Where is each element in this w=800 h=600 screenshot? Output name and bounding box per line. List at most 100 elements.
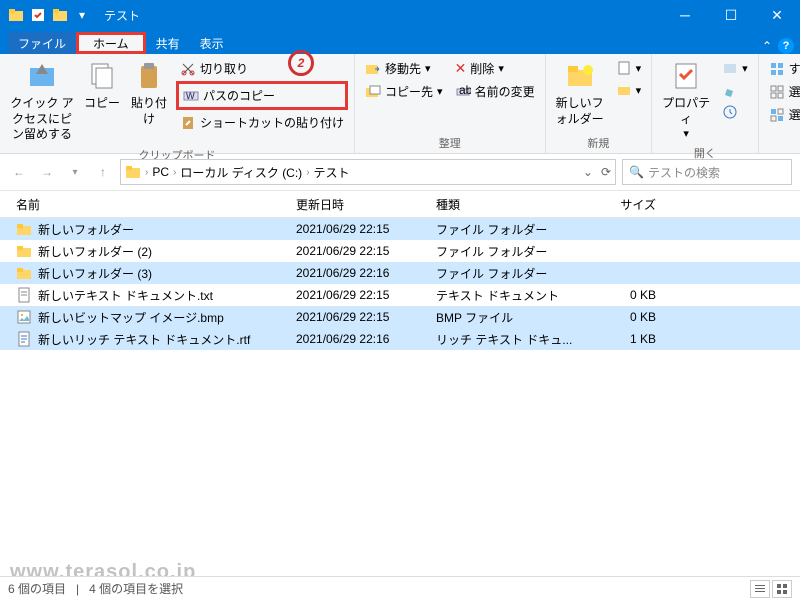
group-new-label: 新規	[552, 133, 646, 151]
ribbon-collapse[interactable]: ⌃?	[762, 38, 794, 54]
up-button[interactable]: ↑	[92, 161, 114, 183]
file-date: 2021/06/29 22:15	[296, 244, 436, 258]
invert-selection-button[interactable]: 選択の切り替え	[765, 104, 800, 125]
window-title: テスト	[98, 0, 662, 30]
new-folder-button[interactable]: 新しいフォルダー	[552, 58, 608, 129]
history-button[interactable]	[718, 102, 752, 122]
svg-text:w: w	[185, 88, 195, 102]
paste-shortcut-label: ショートカットの貼り付け	[200, 114, 344, 131]
search-placeholder: テストの検索	[648, 164, 720, 181]
help-icon[interactable]: ?	[778, 38, 794, 54]
chevron-right-icon[interactable]: ›	[173, 167, 176, 178]
delete-button[interactable]: ✕削除 ▾	[451, 58, 539, 79]
copy-path-button[interactable]: w パスのコピー	[176, 81, 348, 110]
details-view-button[interactable]	[750, 580, 770, 598]
paste-button[interactable]: 貼り付け	[126, 58, 172, 129]
invert-label: 選択の切り替え	[789, 106, 800, 123]
file-row[interactable]: 新しいフォルダー2021/06/29 22:15ファイル フォルダー	[0, 218, 800, 240]
copyto-button[interactable]: コピー先 ▾	[361, 81, 447, 102]
file-type: ファイル フォルダー	[436, 265, 576, 282]
file-date: 2021/06/29 22:15	[296, 310, 436, 324]
copy-button[interactable]: コピー	[82, 58, 122, 114]
col-size[interactable]: サイズ	[576, 196, 656, 213]
col-date[interactable]: 更新日時	[296, 196, 436, 213]
icons-view-button[interactable]	[772, 580, 792, 598]
forward-button[interactable]: →	[36, 161, 58, 183]
tab-share[interactable]: 共有	[146, 32, 190, 54]
maximize-button[interactable]: ☐	[708, 0, 754, 30]
pin-label: クイック アクセスにピン留めする	[8, 96, 76, 143]
address-box[interactable]: › PC › ローカル ディスク (C:) › テスト ⌄ ⟳	[120, 159, 616, 185]
delete-label: 削除	[470, 60, 494, 77]
folder-icon-2[interactable]	[52, 7, 68, 23]
titlebar: ▾ テスト ─ ☐ ✕	[0, 0, 800, 30]
folder-icon	[16, 221, 32, 237]
ribbon-tabs: ファイル ホーム 共有 表示 ⌃?	[0, 30, 800, 54]
chevron-up-icon: ⌃	[762, 39, 772, 53]
rename-button[interactable]: ab名前の変更	[451, 81, 539, 102]
copypath-label: パスのコピー	[203, 87, 275, 104]
paste-shortcut-button[interactable]: ショートカットの貼り付け	[176, 112, 348, 133]
ribbon-group-organize: 移動先 ▾ コピー先 ▾ ✕削除 ▾ ab名前の変更 整理	[355, 54, 546, 153]
status-total: 6 個の項目	[8, 580, 66, 597]
recent-button[interactable]: ▾	[64, 161, 86, 183]
rtf-icon	[16, 331, 32, 347]
refresh-icon[interactable]: ⟳	[601, 165, 611, 179]
breadcrumb-pc[interactable]: PC	[152, 165, 169, 179]
quick-access-icons: ▾	[0, 0, 98, 30]
chevron-right-icon[interactable]: ›	[306, 167, 309, 178]
properties-label: プロパティ	[660, 96, 712, 127]
chevron-right-icon[interactable]: ›	[145, 167, 148, 178]
breadcrumb-drive[interactable]: ローカル ディスク (C:)	[180, 164, 302, 181]
col-type[interactable]: 種類	[436, 196, 576, 213]
file-type: リッチ テキスト ドキュ...	[436, 331, 576, 348]
pin-icon[interactable]	[30, 7, 46, 23]
file-row[interactable]: 新しいフォルダー (3)2021/06/29 22:16ファイル フォルダー	[0, 262, 800, 284]
address-bar: ← → ▾ ↑ › PC › ローカル ディスク (C:) › テスト ⌄ ⟳ …	[0, 154, 800, 190]
dropdown-icon[interactable]: ▾	[74, 7, 90, 23]
select-none-button[interactable]: 選択解除	[765, 81, 800, 102]
folder-icon[interactable]	[8, 7, 24, 23]
file-row[interactable]: 新しいリッチ テキスト ドキュメント.rtf2021/06/29 22:16リッ…	[0, 328, 800, 350]
search-input[interactable]: 🔍 テストの検索	[622, 159, 792, 185]
status-bar: 6 個の項目 | 4 個の項目を選択	[0, 576, 800, 600]
bmp-icon	[16, 309, 32, 325]
minimize-button[interactable]: ─	[662, 0, 708, 30]
ribbon-group-open: プロパティ ▾ ▾ 開く	[652, 54, 759, 153]
col-name[interactable]: 名前	[16, 196, 296, 213]
file-type: BMP ファイル	[436, 309, 576, 326]
search-icon: 🔍	[629, 165, 644, 179]
close-button[interactable]: ✕	[754, 0, 800, 30]
breadcrumb-folder[interactable]: テスト	[314, 164, 350, 181]
properties-button[interactable]: プロパティ ▾	[658, 58, 714, 143]
view-toggles	[750, 580, 792, 598]
file-row[interactable]: 新しいフォルダー (2)2021/06/29 22:15ファイル フォルダー	[0, 240, 800, 262]
file-name: 新しいフォルダー (2)	[38, 243, 296, 260]
moveto-button[interactable]: 移動先 ▾	[361, 58, 447, 79]
delete-icon: ✕	[455, 60, 467, 77]
select-all-button[interactable]: すべて選択	[765, 58, 800, 79]
pin-quickaccess-button[interactable]: クイック アクセスにピン留めする	[6, 58, 78, 145]
folder-icon	[16, 243, 32, 259]
edit-button[interactable]	[718, 80, 752, 100]
dropdown-icon[interactable]: ⌄	[583, 165, 593, 179]
copy-label: コピー	[84, 96, 120, 112]
column-headers: 名前 更新日時 種類 サイズ	[0, 190, 800, 218]
tab-home[interactable]: ホーム	[76, 32, 146, 54]
new-item-button[interactable]: ▾	[612, 58, 646, 78]
file-row[interactable]: 新しいテキスト ドキュメント.txt2021/06/29 22:15テキスト ド…	[0, 284, 800, 306]
ribbon: クイック アクセスにピン留めする コピー 貼り付け 切り取り w パスのコピー シ…	[0, 54, 800, 154]
moveto-label: 移動先	[385, 60, 421, 77]
cut-button[interactable]: 切り取り	[176, 58, 348, 79]
file-date: 2021/06/29 22:15	[296, 222, 436, 236]
open-button[interactable]: ▾	[718, 58, 752, 78]
tab-file[interactable]: ファイル	[8, 32, 76, 54]
file-type: ファイル フォルダー	[436, 221, 576, 238]
file-row[interactable]: 新しいビットマップ イメージ.bmp2021/06/29 22:15BMP ファ…	[0, 306, 800, 328]
group-select-label: 選択	[765, 133, 800, 151]
back-button[interactable]: ←	[8, 161, 30, 183]
status-selected: 4 個の項目を選択	[89, 580, 183, 597]
tab-view[interactable]: 表示	[190, 32, 234, 54]
folder-icon	[125, 164, 141, 180]
easy-access-button[interactable]: ▾	[612, 80, 646, 100]
